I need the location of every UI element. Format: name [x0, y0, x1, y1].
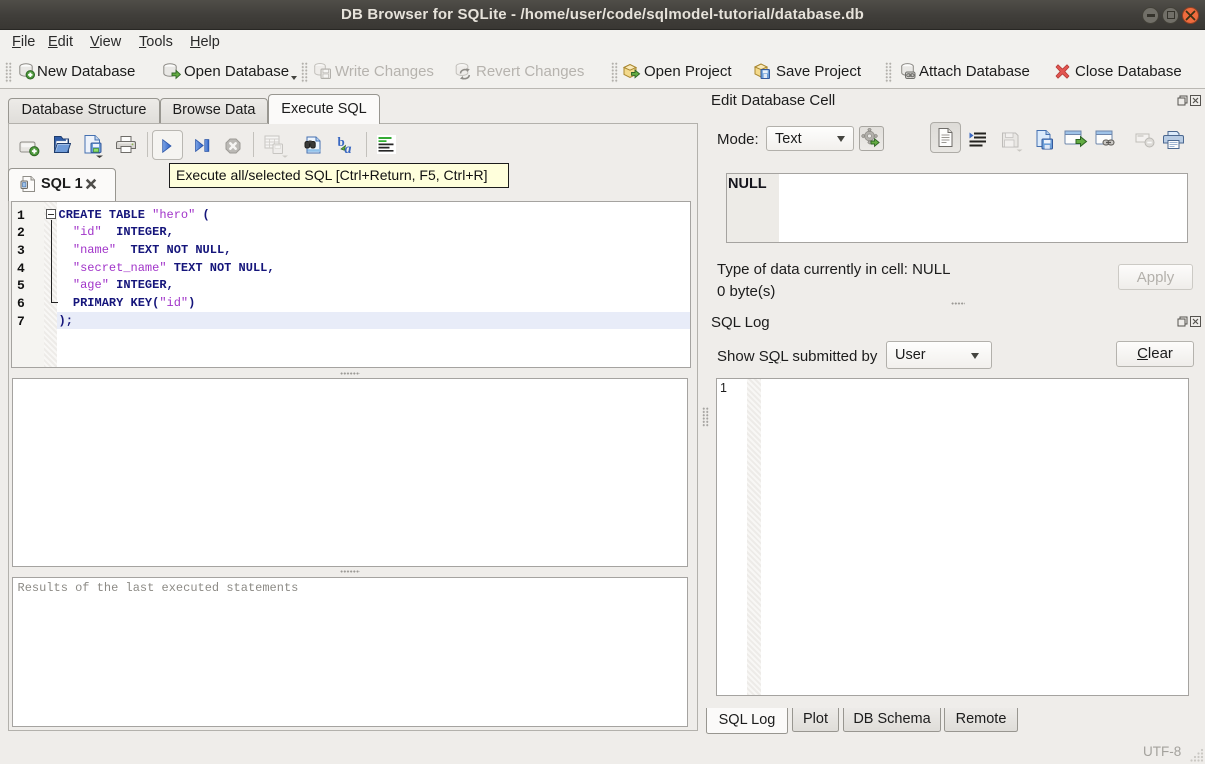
svg-text:a: a	[345, 142, 352, 155]
